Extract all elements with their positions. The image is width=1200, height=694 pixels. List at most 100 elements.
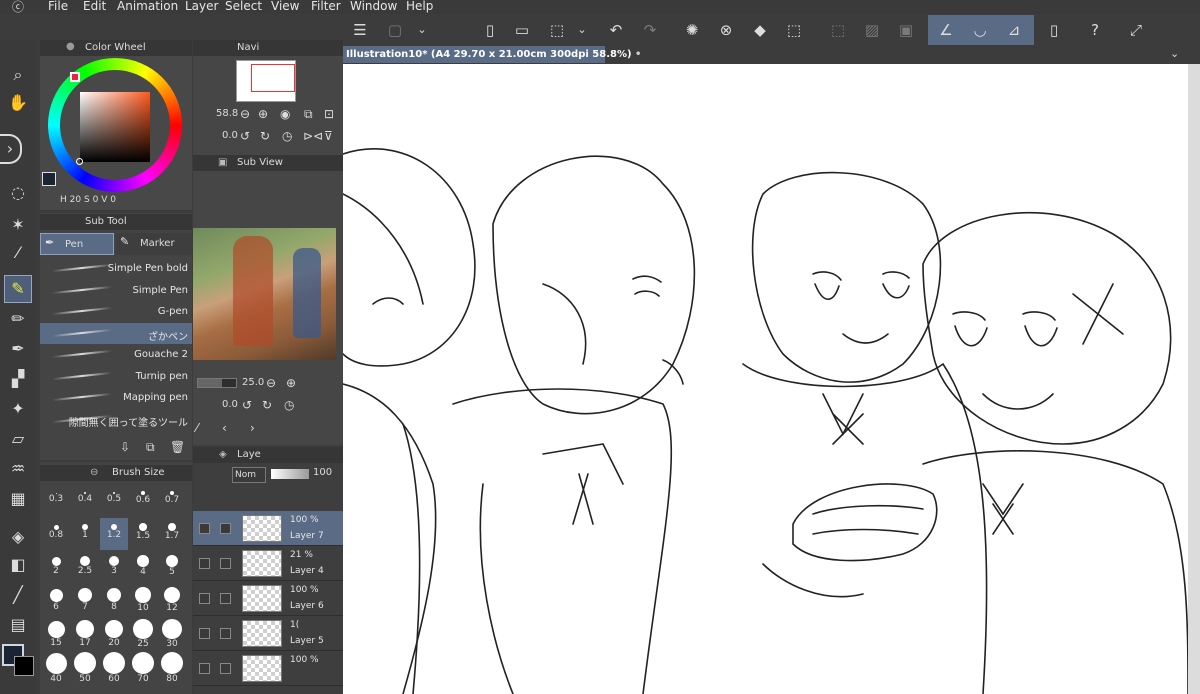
subtool-copy-icon[interactable]: ⇩ — [120, 440, 130, 454]
menu-view[interactable]: View — [271, 0, 299, 13]
layer-visibility-toggle[interactable] — [199, 663, 210, 674]
cw-main-color-swatch[interactable] — [42, 172, 56, 186]
brush-size-option[interactable]: 0.7 — [158, 484, 186, 516]
brush-size-option[interactable]: 6 — [42, 586, 70, 618]
subtool-item[interactable]: Turnip pen — [40, 366, 192, 387]
tab-marker[interactable]: ✎ Marker — [116, 233, 192, 255]
brush-size-option[interactable]: 3 — [100, 552, 128, 584]
menu-filter[interactable]: Filter — [311, 0, 341, 13]
brush-size-option[interactable]: 2.5 — [71, 552, 99, 584]
reference-image[interactable] — [193, 228, 336, 360]
brush-size-option[interactable]: 7 — [71, 586, 99, 618]
subtool-item[interactable]: Simple Pen — [40, 280, 192, 301]
decoration-tool-icon[interactable]: ✦ — [5, 396, 31, 422]
layer-edit-toggle[interactable] — [220, 663, 231, 674]
brush-size-option[interactable]: 1.5 — [129, 518, 157, 550]
tp-rotate-right-icon[interactable]: ↻ — [262, 398, 272, 412]
pencil-tool-icon[interactable]: ✏ — [5, 306, 31, 332]
navigator-zoom-value[interactable]: 58.8 — [216, 108, 238, 119]
reset-rotation-icon[interactable]: ◷ — [282, 129, 292, 143]
tp-reset-icon[interactable]: ◷ — [284, 398, 294, 412]
canvas-tab-title[interactable]: Illustration10* (A4 29.70 x 21.00cm 300d… — [343, 46, 641, 63]
clear-layer-icon[interactable]: ⊗ — [714, 18, 738, 42]
grid-snap-icon[interactable]: ⊿ — [1002, 18, 1026, 42]
eyedropper-small-icon[interactable]: ⁄ — [196, 421, 198, 435]
drawing-canvas[interactable] — [343, 64, 1188, 694]
airbrush-tool-icon[interactable]: ▞ — [5, 366, 31, 392]
brush-size-option[interactable]: 1.7 — [158, 518, 186, 550]
menu-animation[interactable]: Animation — [117, 0, 178, 13]
rotate-right-icon[interactable]: ↻ — [260, 129, 270, 143]
brush-size-option[interactable]: 40 — [42, 652, 70, 686]
ruler-snap-icon[interactable]: ∠ — [934, 18, 958, 42]
fit-view-icon[interactable]: ◉ — [280, 107, 290, 121]
brush-size-option[interactable]: 30 — [158, 618, 186, 652]
side-expand-icon[interactable]: › — [0, 134, 22, 164]
layer-visibility-toggle[interactable] — [199, 558, 210, 569]
layer-edit-toggle[interactable] — [220, 593, 231, 604]
brush-tool-icon[interactable]: ✒ — [5, 336, 31, 362]
eyedropper-icon[interactable]: ⁄ — [5, 240, 31, 266]
fill-icon[interactable]: ◆ — [748, 18, 772, 42]
flip-horizontal-icon[interactable]: ⊳⊲ — [303, 129, 323, 143]
app-logo-icon[interactable]: ⓒ — [12, 0, 28, 14]
transform-icon[interactable]: ⬚ — [782, 18, 806, 42]
layer-opacity-value[interactable]: 100 — [313, 467, 332, 478]
tp-rotate-left-icon[interactable]: ↺ — [242, 398, 252, 412]
layer-edit-toggle[interactable] — [220, 558, 231, 569]
layer-property-icon[interactable]: ▢ — [383, 18, 407, 42]
pen-tool-icon[interactable]: ✎ — [4, 275, 32, 303]
brush-size-option[interactable]: 0.8 — [42, 518, 70, 550]
blend-mode-select[interactable]: Nom — [232, 467, 266, 483]
color-picker-handle[interactable] — [76, 158, 83, 165]
saturation-value-square[interactable] — [80, 92, 150, 162]
special-ruler-snap-icon[interactable]: ◡ — [968, 18, 992, 42]
subtool-item[interactable]: G-pen — [40, 301, 192, 322]
zoom-out-icon[interactable]: ⊖ — [240, 107, 250, 121]
navigator-preview[interactable] — [236, 60, 296, 102]
save-options-chevron-icon[interactable]: ⌄ — [570, 18, 594, 42]
new-file-icon[interactable]: ▯ — [478, 18, 502, 42]
layer-visibility-toggle[interactable] — [199, 628, 210, 639]
undo-icon[interactable]: ↶ — [604, 18, 628, 42]
angle-value[interactable]: 0.0 — [222, 399, 238, 410]
brush-size-option[interactable]: 15 — [42, 620, 70, 652]
prev-arrow-icon[interactable]: ‹ — [222, 421, 227, 435]
menu-layer[interactable]: Layer — [185, 0, 218, 13]
open-file-icon[interactable]: ▭ — [510, 18, 534, 42]
eraser-tool-icon[interactable]: ▱ — [5, 426, 31, 452]
hue-handle[interactable] — [70, 72, 80, 82]
brush-size-option[interactable]: 0.6 — [129, 484, 157, 516]
brush-size-option[interactable]: 80 — [158, 652, 186, 686]
menu-select[interactable]: Select — [225, 0, 262, 13]
brush-size-option[interactable]: 50 — [71, 652, 99, 686]
hand-tool-icon[interactable]: ✋ — [5, 90, 31, 116]
next-arrow-icon[interactable]: › — [250, 421, 255, 435]
canvas-tab-close-icon[interactable]: • — [635, 49, 641, 60]
invert-selection-icon[interactable]: ▨ — [860, 18, 884, 42]
brush-size-slider[interactable] — [197, 378, 237, 388]
redo-icon[interactable]: ↷ — [638, 18, 662, 42]
frame-tool-icon[interactable]: ▤ — [5, 612, 31, 638]
menu-file[interactable]: File — [48, 0, 68, 13]
fit-window-icon[interactable]: ⊡ — [324, 107, 334, 121]
hamburger-menu-icon[interactable]: ☰ — [348, 18, 372, 42]
help-icon[interactable]: ? — [1083, 18, 1107, 42]
canvas-tab-chevron-icon[interactable]: ⌄ — [1170, 47, 1179, 60]
layer-edit-toggle[interactable] — [220, 523, 231, 534]
brush-size-option[interactable]: 10 — [129, 586, 157, 618]
smartphone-icon[interactable]: ▯ — [1042, 18, 1066, 42]
brush-size-option[interactable]: 8 — [100, 586, 128, 618]
brush-size-option[interactable]: 0.4 — [71, 484, 99, 516]
fullscreen-icon[interactable]: ⤢ — [1124, 18, 1148, 42]
navigator-rotation-value[interactable]: 0.0 — [222, 130, 238, 141]
brush-size-option[interactable]: 4 — [129, 552, 157, 584]
layer-row[interactable]: 100 % Layer 7 — [193, 511, 343, 546]
subtool-item[interactable]: Simple Pen bold — [40, 258, 192, 279]
brush-size-option[interactable]: 2 — [42, 552, 70, 584]
brush-size-option[interactable]: 25 — [129, 619, 157, 652]
chevron-down-icon[interactable]: ⌄ — [410, 18, 434, 42]
brush-size-option[interactable]: 70 — [129, 652, 157, 686]
tab-pen[interactable]: ✒ Pen — [40, 233, 114, 255]
actual-size-icon[interactable]: ⧉ — [304, 107, 313, 122]
